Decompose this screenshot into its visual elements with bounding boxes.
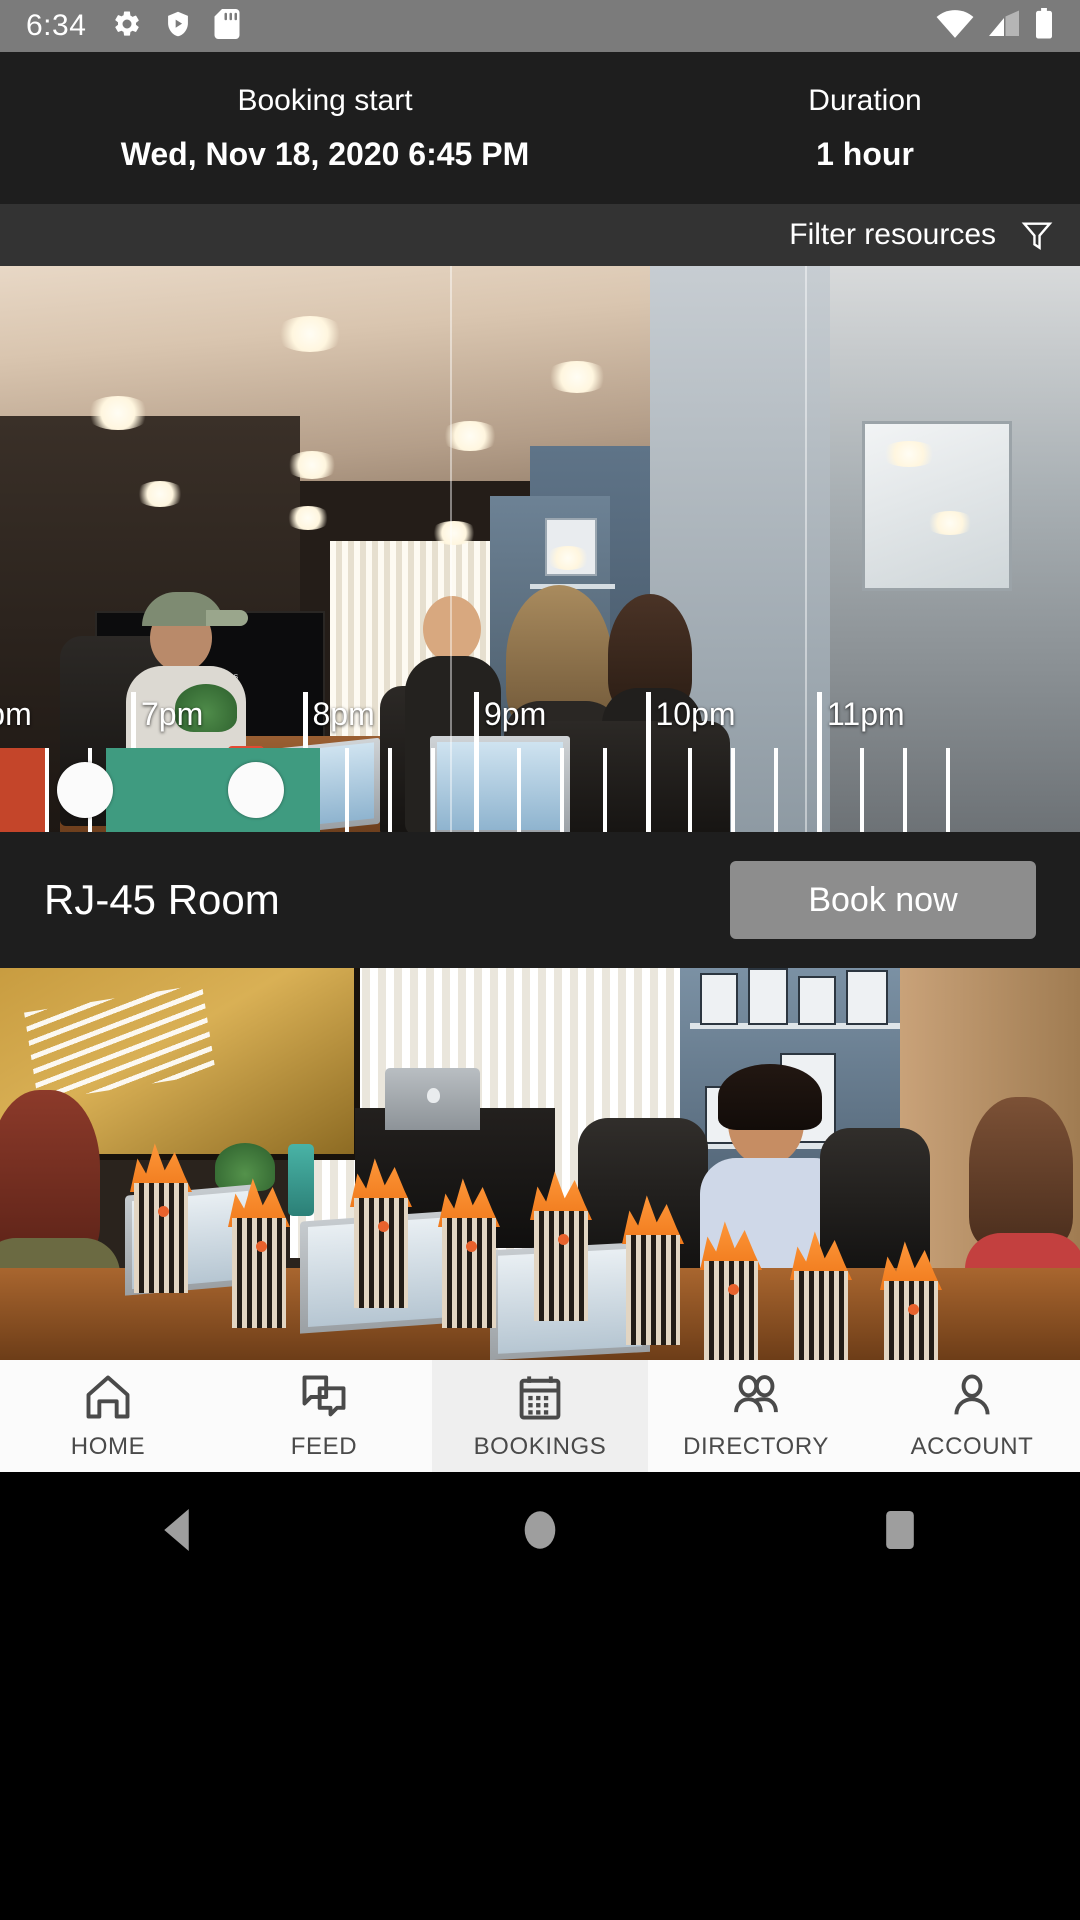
home-icon	[80, 1371, 136, 1423]
sd-card-icon	[214, 8, 240, 44]
people-icon	[728, 1371, 784, 1423]
booking-start-label: Booking start	[237, 83, 413, 117]
timeline-hour-label: 8pm	[312, 696, 375, 732]
timeline-quarter-tick	[688, 748, 693, 832]
wifi-icon	[936, 9, 974, 44]
android-navigation-bar	[0, 1472, 1080, 1920]
timeline-hour-tick	[645, 692, 651, 832]
nav-label-directory: DIRECTORY	[683, 1433, 829, 1460]
timeline-quarter-tick	[559, 748, 564, 832]
timeline-quarter-tick	[731, 748, 736, 832]
timeline-quarter-tick	[774, 748, 779, 832]
timeline-handle-end[interactable]	[228, 762, 284, 818]
timeline-hour-label: 11pm	[827, 696, 905, 732]
calendar-icon	[512, 1371, 568, 1423]
cellular-signal-icon	[986, 9, 1022, 44]
timeline-quarter-tick	[431, 748, 436, 832]
settings-gear-icon	[112, 9, 142, 44]
resource-row-rj45: RJ-45 Room Book now	[0, 832, 1080, 968]
booking-start-value: Wed, Nov 18, 2020 6:45 PM	[120, 135, 530, 172]
timeline-hour-tick	[817, 692, 822, 832]
timeline-hour-label: 10pm	[655, 696, 736, 732]
nav-label-account: ACCOUNT	[910, 1433, 1034, 1460]
play-protect-shield-icon	[164, 9, 192, 44]
booking-duration-field[interactable]: Duration 1 hour	[650, 52, 1080, 204]
resource-photo-second	[0, 968, 1080, 1360]
timeline-selection-block[interactable]	[106, 748, 320, 832]
nav-label-feed: FEED	[290, 1433, 358, 1460]
timeline-quarter-tick	[945, 748, 950, 832]
funnel-filter-icon[interactable]	[1020, 218, 1054, 252]
timeline-busy-block	[0, 748, 45, 832]
nav-item-bookings[interactable]: BOOKINGS	[432, 1360, 648, 1472]
timeline-quarter-tick	[45, 748, 50, 832]
circle-home-icon	[523, 1507, 557, 1558]
timeline-hour-tick	[474, 692, 479, 832]
nav-item-account[interactable]: ACCOUNT	[864, 1360, 1080, 1472]
android-back-button[interactable]	[0, 1507, 360, 1558]
resource-card-rj45[interactable]: Commercial break in progress	[0, 266, 1080, 832]
nav-item-home[interactable]: HOME	[0, 1360, 216, 1472]
timeline-quarter-tick	[388, 748, 393, 832]
filter-resources-label: Filter resources	[789, 218, 996, 251]
timeline-hour-label: 7pm	[141, 696, 204, 732]
person-icon	[944, 1371, 1000, 1423]
nav-label-home: HOME	[70, 1433, 146, 1460]
resource-name: RJ-45 Room	[44, 876, 280, 923]
timeline-hour-labels: 6pm 7pm 8pm 9pm 10pm 11pm	[0, 692, 1080, 748]
timeline-quarter-tick	[902, 748, 907, 832]
timeline-quarter-tick	[516, 748, 521, 832]
status-bar-notification-icons	[112, 8, 240, 44]
booking-header: Booking start Wed, Nov 18, 2020 6:45 PM …	[0, 52, 1080, 204]
booking-start-field[interactable]: Booking start Wed, Nov 18, 2020 6:45 PM	[0, 52, 650, 204]
nav-item-directory[interactable]: DIRECTORY	[648, 1360, 864, 1472]
timeline-quarter-tick	[602, 748, 607, 832]
availability-timeline-rj45[interactable]: 6pm 7pm 8pm 9pm 10pm 11pm	[0, 692, 1080, 832]
android-status-bar: 6:34	[0, 0, 1080, 52]
timeline-handle-start[interactable]	[57, 762, 113, 818]
timeline-quarter-tick	[345, 748, 350, 832]
android-home-button[interactable]	[360, 1507, 720, 1558]
nav-item-feed[interactable]: FEED	[216, 1360, 432, 1472]
timeline-quarter-tick	[859, 748, 864, 832]
booking-duration-label: Duration	[808, 83, 922, 117]
status-bar-clock: 6:34	[26, 9, 87, 42]
timeline-hour-label: 9pm	[484, 696, 547, 732]
bottom-navigation-bar: HOME FEED BOOKINGS DIRECTORY ACCOUNT	[0, 1360, 1080, 1472]
android-recents-button[interactable]	[720, 1507, 1080, 1558]
booking-duration-value: 1 hour	[816, 135, 914, 172]
filter-resources-bar[interactable]: Filter resources	[0, 204, 1080, 266]
book-now-button[interactable]: Book now	[730, 861, 1036, 939]
timeline-hour-label: 6pm	[0, 696, 32, 732]
status-bar-system-icons	[936, 7, 1054, 45]
nav-label-bookings: BOOKINGS	[473, 1433, 607, 1460]
chat-bubbles-icon	[296, 1371, 352, 1423]
resource-card-second[interactable]	[0, 968, 1080, 1360]
triangle-back-icon	[159, 1507, 201, 1558]
app-root: 6:34 Booking start Wed, Nov 18, 2020 6:4…	[0, 0, 1080, 1920]
square-recents-icon	[881, 1507, 919, 1558]
battery-icon	[1034, 7, 1054, 45]
resource-photo-rj45: Commercial break in progress	[0, 266, 1080, 832]
